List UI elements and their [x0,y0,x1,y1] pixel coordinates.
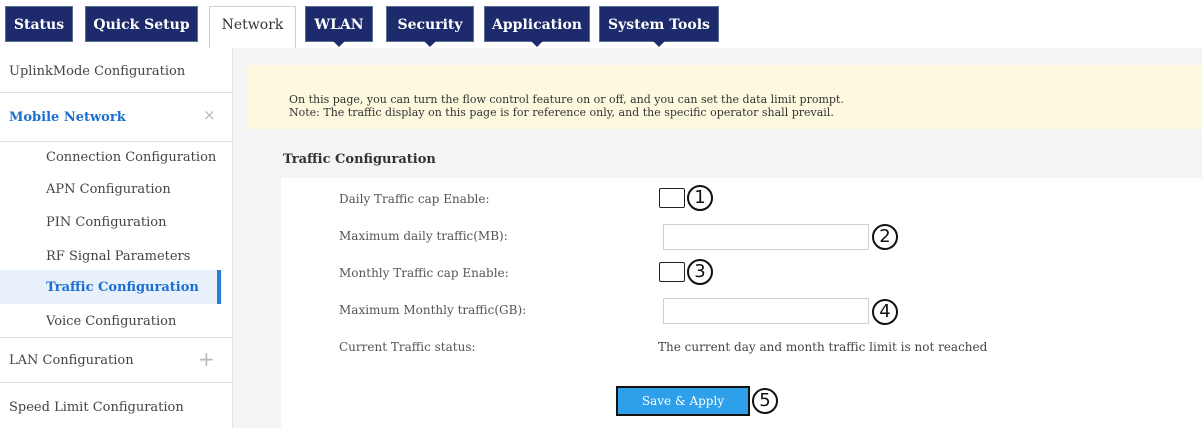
sidebar-item-traffic-configuration[interactable]: Traffic Configuration [46,280,199,295]
monthly-cap-checkbox[interactable] [659,262,685,282]
tab-system-tools[interactable]: System Tools [599,6,719,47]
sidebar-item-connection-configuration[interactable]: Connection Configuration [46,150,216,165]
monthly-cap-label: Monthly Traffic cap Enable: [339,266,509,280]
monthly-max-input[interactable] [663,298,869,324]
divider [0,141,232,142]
close-icon[interactable]: × [203,106,216,124]
sidebar-item-pin-configuration[interactable]: PIN Configuration [46,215,166,230]
section-title: Traffic Configuration [283,152,436,167]
tab-quick-setup-label: Quick Setup [93,17,190,33]
status-value: The current day and month traffic limit … [658,340,988,354]
sidebar-item-lan-configuration[interactable]: LAN Configuration + [0,338,232,382]
tab-security[interactable]: Security [386,6,474,47]
tab-security-label: Security [397,17,463,33]
tab-network-label: Network [221,17,284,33]
tab-arrow-icon [531,41,543,47]
sidebar-item-uplink[interactable]: UplinkMode Configuration [0,48,232,92]
daily-max-label: Maximum daily traffic(MB): [339,229,508,243]
tab-system-tools-label: System Tools [608,17,710,33]
traffic-form: Daily Traffic cap Enable: 1 Maximum dail… [281,178,1202,428]
annotation-marker-5: 5 [752,388,778,414]
notice-line-2: Note: The traffic display on this page i… [289,106,834,119]
tab-quick-setup[interactable]: Quick Setup [85,6,198,42]
tab-network[interactable]: Network [209,6,296,49]
tab-status-label: Status [13,17,65,33]
annotation-marker-2: 2 [872,224,898,250]
tab-application-label: Application [492,17,582,33]
annotation-marker-3: 3 [687,259,713,285]
sidebar-item-mobile-network[interactable]: Mobile Network × [0,93,232,141]
sidebar-item-label: Mobile Network [9,110,126,125]
annotation-marker-4: 4 [872,299,898,325]
sidebar-item-speed-limit[interactable]: Speed Limit Configuration [0,383,232,428]
top-nav-tabs: Status Quick Setup Network WLAN Security… [0,0,1202,49]
active-item-indicator [217,270,221,304]
tab-arrow-icon [424,41,436,47]
sidebar-item-label: UplinkMode Configuration [9,64,186,79]
monthly-max-label: Maximum Monthly traffic(GB): [339,303,527,317]
sidebar-item-rf-signal-parameters[interactable]: RF Signal Parameters [46,249,190,264]
sidebar-item-label: Speed Limit Configuration [9,400,184,415]
daily-cap-label: Daily Traffic cap Enable: [339,192,490,206]
sidebar-item-label: LAN Configuration [9,353,134,368]
tab-application[interactable]: Application [484,6,590,47]
info-notice: On this page, you can turn the flow cont… [248,65,1202,129]
main-content: On this page, you can turn the flow cont… [233,48,1202,428]
notice-line-1: On this page, you can turn the flow cont… [289,93,844,106]
tab-wlan[interactable]: WLAN [305,6,373,47]
daily-max-input[interactable] [663,224,869,250]
sidebar: UplinkMode Configuration Mobile Network … [0,48,233,428]
status-label: Current Traffic status: [339,340,476,354]
tab-arrow-icon [333,41,345,47]
annotation-marker-1: 1 [687,185,713,211]
daily-cap-checkbox[interactable] [659,188,685,208]
tab-arrow-icon [653,41,665,47]
tab-status[interactable]: Status [5,6,73,42]
tab-wlan-label: WLAN [314,17,364,33]
sidebar-item-voice-configuration[interactable]: Voice Configuration [46,314,176,329]
sidebar-item-apn-configuration[interactable]: APN Configuration [46,182,171,197]
plus-icon[interactable]: + [198,347,215,371]
save-apply-button[interactable]: Save & Apply [616,386,750,416]
